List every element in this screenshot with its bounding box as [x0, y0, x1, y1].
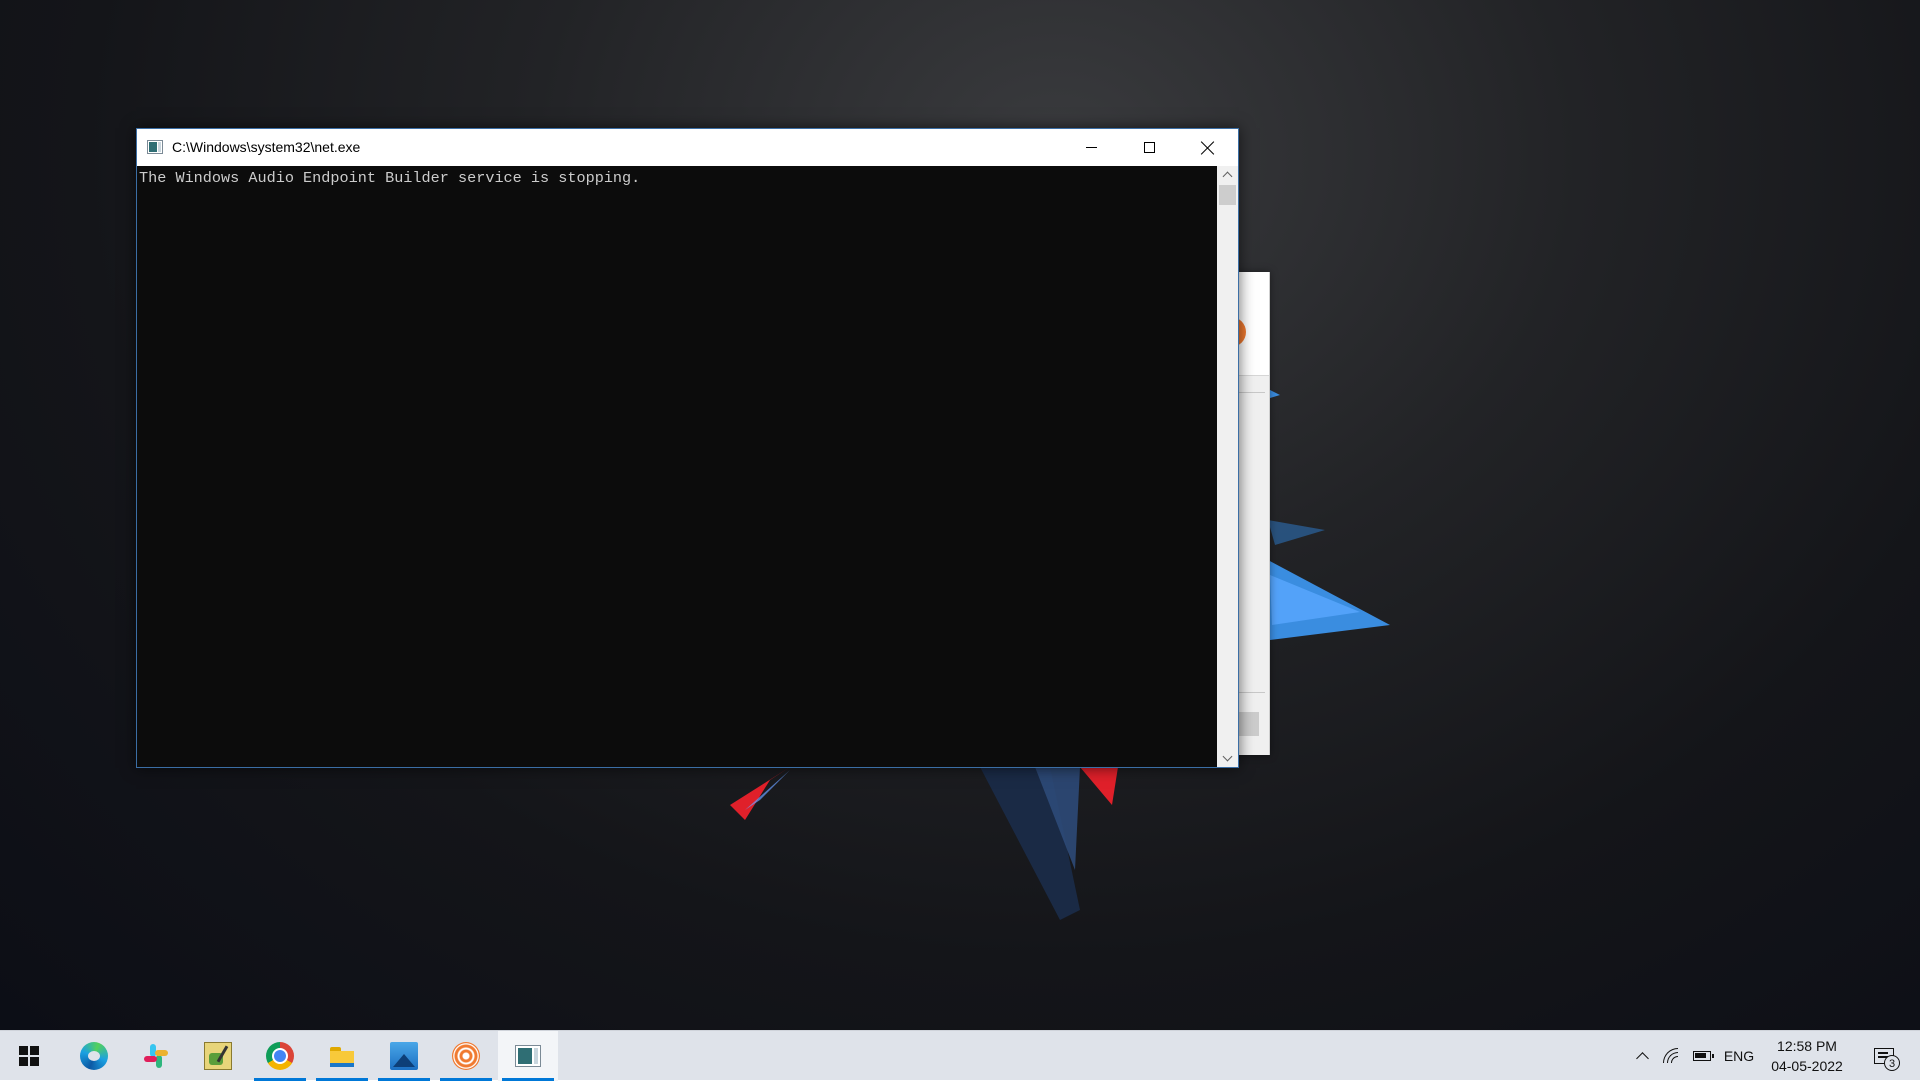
console-window[interactable]: C:\Windows\system32\net.exe The Windows … [136, 128, 1239, 768]
taskbar: ENG 12:58 PM 04-05-2022 3 [0, 1030, 1920, 1081]
battery-icon [1693, 1051, 1714, 1061]
desktop-wallpaper: C:\Windows\system32\net.exe The Windows … [0, 0, 1920, 1030]
clock[interactable]: 12:58 PM 04-05-2022 [1762, 1031, 1852, 1081]
chrome-icon [266, 1042, 294, 1070]
folder-icon [328, 1042, 356, 1070]
console-output-text: The Windows Audio Endpoint Builder servi… [139, 169, 641, 187]
scroll-down-button[interactable] [1217, 750, 1238, 767]
clock-date: 04-05-2022 [1771, 1058, 1843, 1074]
taskbar-command-console[interactable] [498, 1031, 558, 1081]
close-button[interactable] [1179, 129, 1237, 166]
chevron-up-icon [1635, 1052, 1649, 1065]
taskbar-chrome[interactable] [250, 1031, 310, 1081]
vertical-scrollbar[interactable] [1217, 166, 1238, 767]
taskbar-file-explorer[interactable] [312, 1031, 372, 1081]
taskbar-edge[interactable] [64, 1031, 124, 1081]
input-language-button[interactable]: ENG [1718, 1031, 1760, 1081]
close-icon [1201, 141, 1215, 155]
notes-icon [204, 1042, 232, 1070]
taskbar-slack[interactable] [126, 1031, 186, 1081]
background-window-button[interactable] [1239, 712, 1259, 736]
start-button[interactable] [0, 1031, 58, 1081]
wifi-icon [1663, 1048, 1681, 1063]
console-titlebar[interactable]: C:\Windows\system32\net.exe [137, 129, 1238, 166]
scroll-up-button[interactable] [1217, 166, 1238, 183]
console-app-icon[interactable] [147, 140, 163, 154]
taskbar-spiral-app[interactable] [436, 1031, 496, 1081]
divider [1239, 692, 1265, 693]
minimize-icon [1085, 147, 1097, 148]
chevron-down-icon [1222, 751, 1233, 762]
network-button[interactable] [1660, 1031, 1684, 1081]
photos-icon [390, 1042, 418, 1070]
edge-icon [80, 1042, 108, 1070]
window-title: C:\Windows\system32\net.exe [172, 139, 361, 155]
clock-time: 12:58 PM [1777, 1038, 1837, 1054]
taskbar-notes-app[interactable] [188, 1031, 248, 1081]
show-hidden-icons-button[interactable] [1630, 1031, 1654, 1081]
chevron-up-icon [1222, 171, 1233, 182]
minimize-button[interactable] [1062, 129, 1120, 166]
maximize-icon [1143, 142, 1155, 153]
action-center-button[interactable]: 3 [1862, 1031, 1906, 1081]
taskbar-photos[interactable] [374, 1031, 434, 1081]
console-output-area[interactable]: The Windows Audio Endpoint Builder servi… [137, 166, 1217, 767]
spiral-icon [452, 1042, 480, 1070]
divider [1239, 392, 1265, 393]
slack-icon [142, 1042, 170, 1070]
maximize-button[interactable] [1120, 129, 1178, 166]
console-icon [515, 1045, 541, 1067]
scrollbar-thumb[interactable] [1219, 185, 1236, 205]
battery-button[interactable] [1690, 1031, 1714, 1081]
windows-logo-icon [19, 1046, 39, 1066]
notification-count-badge: 3 [1884, 1055, 1900, 1071]
